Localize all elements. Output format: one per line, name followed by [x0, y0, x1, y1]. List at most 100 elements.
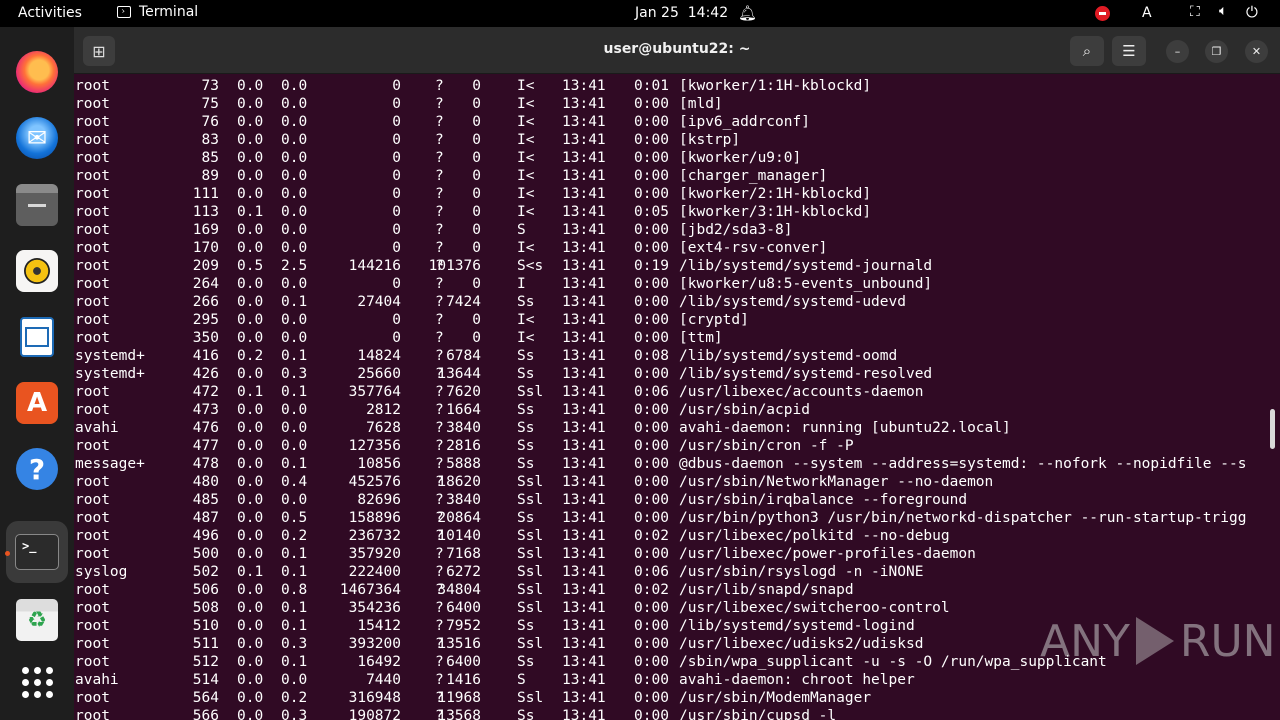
process-cpu: 0.0	[237, 672, 264, 688]
process-tty: ?	[435, 690, 444, 706]
process-mem: 0.4	[281, 474, 308, 490]
process-time: 0:06	[634, 564, 669, 580]
network-icon[interactable]: ⛶	[1190, 4, 1200, 20]
process-vsz: 27404	[357, 294, 401, 310]
process-start: 13:41	[562, 528, 606, 544]
process-cpu: 0.0	[237, 456, 264, 472]
process-user: root	[75, 330, 110, 346]
process-tty: ?	[435, 528, 444, 544]
search-icon[interactable]: ⌕	[1070, 36, 1104, 66]
dock-terminal[interactable]: >_	[6, 521, 68, 583]
process-pid: 476	[192, 420, 219, 436]
process-vsz: 0	[392, 222, 401, 238]
process-pid: 473	[192, 402, 219, 418]
process-stat: I<	[517, 186, 535, 202]
process-tty: ?	[435, 420, 444, 436]
process-tty: ?	[435, 546, 444, 562]
dock-help[interactable]: ?	[14, 446, 60, 492]
process-time: 0:00	[634, 492, 669, 508]
process-stat: S	[517, 672, 526, 688]
process-tty: ?	[435, 618, 444, 634]
process-tty: ?	[435, 78, 444, 94]
process-stat: Ss	[517, 438, 535, 454]
process-stat: I<	[517, 150, 535, 166]
process-pid: 113	[192, 204, 219, 220]
screen-record-icon[interactable]	[1095, 6, 1110, 21]
trash-icon: ♻	[16, 599, 58, 641]
process-start: 13:41	[562, 204, 606, 220]
process-user: root	[75, 186, 110, 202]
process-vsz: 0	[392, 114, 401, 130]
dock-trash[interactable]: ♻	[14, 597, 60, 643]
maximize-icon[interactable]: ❐	[1205, 40, 1228, 63]
process-tty: ?	[435, 600, 444, 616]
process-time: 0:08	[634, 348, 669, 364]
process-vsz: 357764	[348, 384, 401, 400]
process-cmd: /usr/libexec/udisks2/udisksd	[679, 636, 924, 652]
process-user: avahi	[75, 672, 119, 688]
process-pid: 89	[201, 168, 219, 184]
process-user: root	[75, 636, 110, 652]
keyboard-layout-indicator[interactable]: A	[1142, 5, 1152, 21]
volume-icon[interactable]: 🔈︎	[1219, 3, 1227, 19]
process-time: 0:00	[634, 150, 669, 166]
minimize-icon[interactable]: –	[1166, 40, 1189, 63]
scrollbar[interactable]	[1270, 409, 1275, 449]
process-start: 13:41	[562, 510, 606, 526]
process-start: 13:41	[562, 78, 606, 94]
process-tty: ?	[435, 294, 444, 310]
show-apps-icon[interactable]	[22, 667, 53, 698]
process-mem: 0.0	[281, 114, 308, 130]
clock[interactable]: Jan 25 14:42	[635, 5, 728, 21]
process-user: avahi	[75, 420, 119, 436]
process-start: 13:41	[562, 222, 606, 238]
process-time: 0:00	[634, 186, 669, 202]
activities-button[interactable]: Activities	[18, 5, 82, 21]
process-cpu: 0.0	[237, 636, 264, 652]
process-cmd: [kworker/3:1H-kblockd]	[679, 204, 872, 220]
process-vsz: 0	[392, 330, 401, 346]
process-stat: I<	[517, 132, 535, 148]
terminal-headerbar: ⊞ user@ubuntu22: ~ ⌕ ☰ – ❐ ✕	[74, 27, 1280, 74]
process-start: 13:41	[562, 132, 606, 148]
process-time: 0:02	[634, 528, 669, 544]
process-cpu: 0.0	[237, 438, 264, 454]
watermark-logo: ANY RUN	[1040, 608, 1276, 674]
app-menu[interactable]: Terminal	[117, 4, 198, 20]
process-start: 13:41	[562, 366, 606, 382]
process-user: root	[75, 312, 110, 328]
process-cpu: 0.1	[237, 384, 264, 400]
dock-rhythmbox[interactable]	[14, 248, 60, 294]
process-stat: Ssl	[517, 492, 544, 508]
app-center-icon: A	[16, 382, 58, 424]
process-tty: ?	[435, 582, 444, 598]
dock-app-center[interactable]: A	[14, 380, 60, 426]
process-user: root	[75, 492, 110, 508]
process-pid: 485	[192, 492, 219, 508]
process-time: 0:00	[634, 276, 669, 292]
process-tty: ?	[435, 456, 444, 472]
process-cpu: 0.0	[237, 474, 264, 490]
dock-thunderbird[interactable]: ✉	[14, 115, 60, 161]
process-vsz: 452576	[348, 474, 401, 490]
process-user: root	[75, 150, 110, 166]
power-icon[interactable]: ⏻	[1246, 3, 1258, 21]
bell-icon[interactable]: 🔔︎	[738, 4, 757, 22]
menu-icon[interactable]: ☰	[1112, 36, 1146, 66]
process-start: 13:41	[562, 672, 606, 688]
process-time: 0:19	[634, 258, 669, 274]
process-cmd: /lib/systemd/systemd-udevd	[679, 294, 906, 310]
process-start: 13:41	[562, 276, 606, 292]
process-cmd: [jbd2/sda3-8]	[679, 222, 793, 238]
process-pid: 511	[192, 636, 219, 652]
dock-libreoffice-writer[interactable]	[14, 314, 60, 360]
process-vsz: 10856	[357, 456, 401, 472]
process-stat: Ss	[517, 348, 535, 364]
process-cmd: @dbus-daemon --system --address=systemd:…	[679, 456, 1247, 472]
process-pid: 85	[201, 150, 219, 166]
process-pid: 170	[192, 240, 219, 256]
dock-firefox[interactable]	[14, 49, 60, 95]
dock-files[interactable]	[14, 182, 60, 228]
process-stat: I<	[517, 78, 535, 94]
close-icon[interactable]: ✕	[1245, 40, 1268, 63]
